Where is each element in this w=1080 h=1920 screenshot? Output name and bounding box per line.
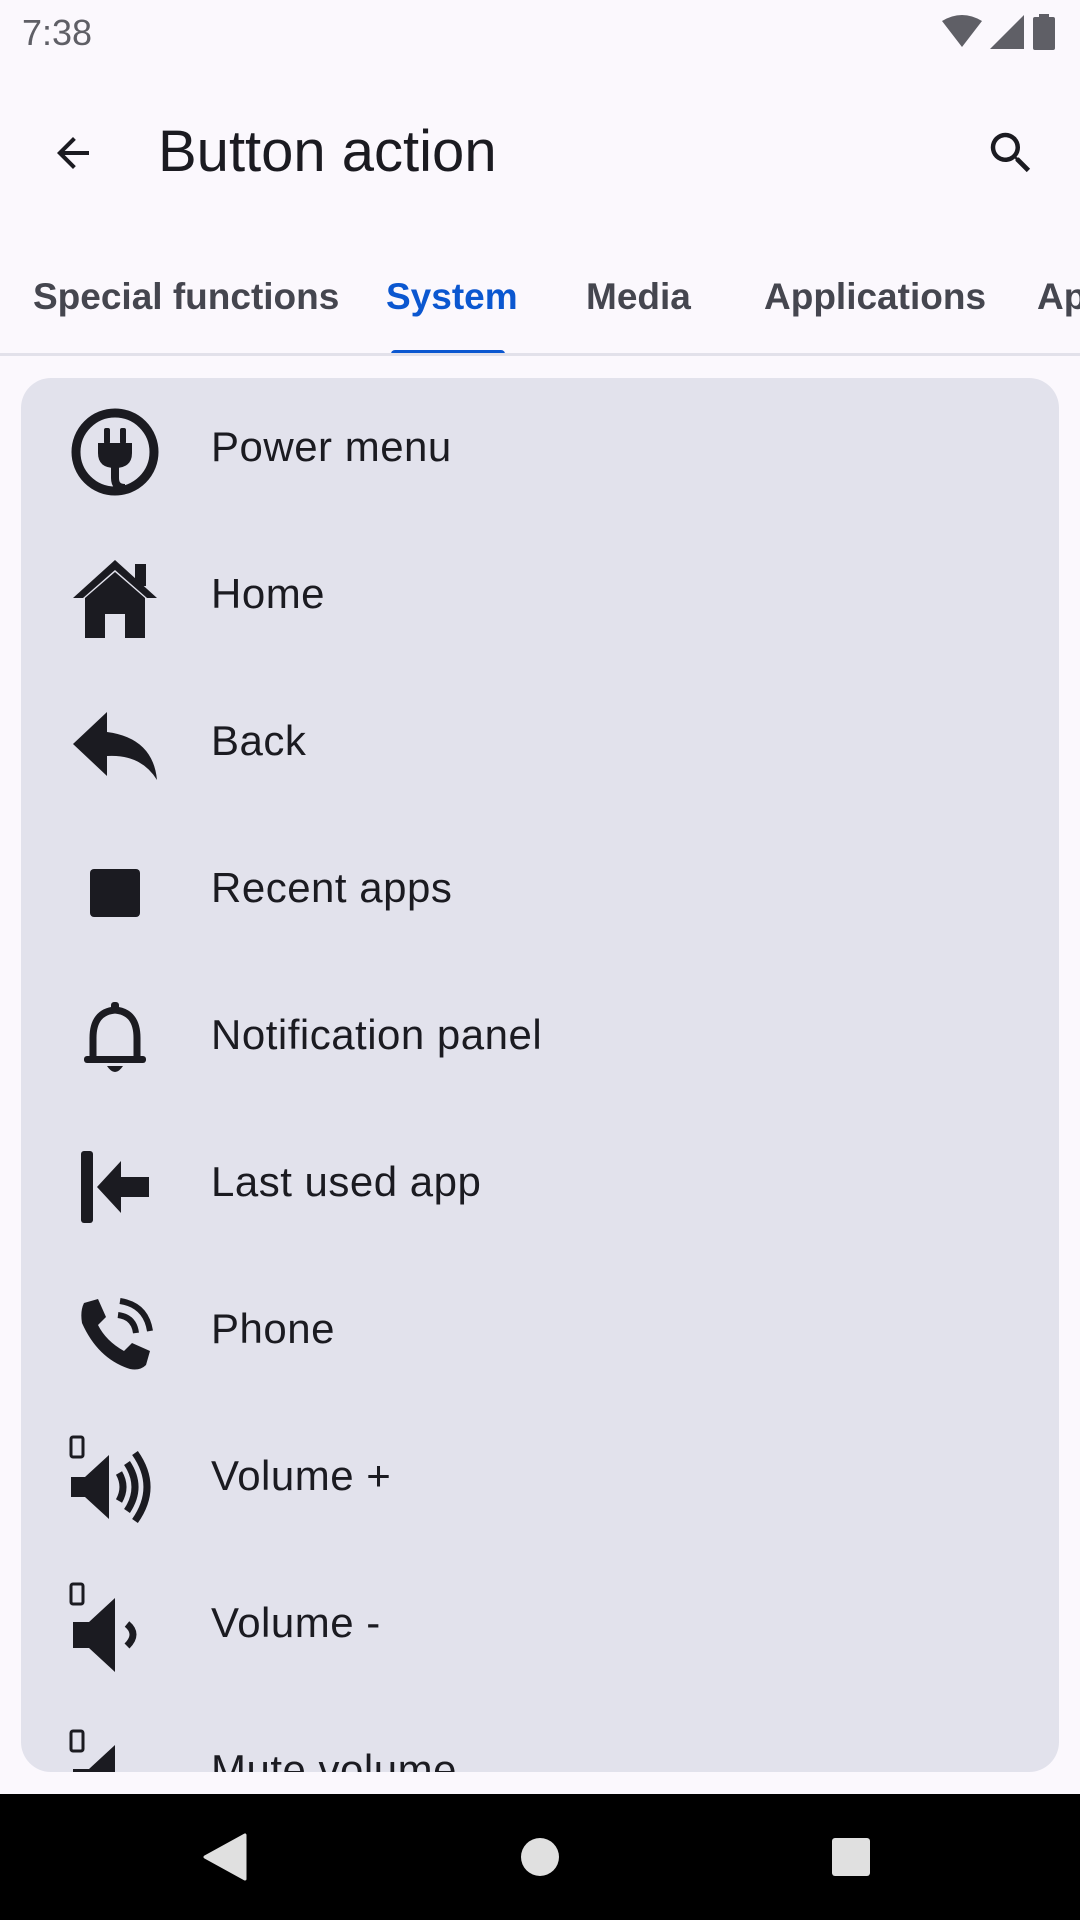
volume-mute-icon <box>67 1729 163 1772</box>
bell-icon <box>67 995 163 1085</box>
volume-down-icon <box>67 1582 163 1673</box>
phone-icon <box>67 1289 163 1379</box>
list-item-label: Mute volume <box>211 1746 457 1772</box>
navigation-bar <box>0 1794 1080 1920</box>
nav-back-button[interactable] <box>190 1824 260 1890</box>
volume-up-icon <box>67 1435 163 1526</box>
list-item-label: Home <box>211 570 326 617</box>
list-item-phone[interactable]: Phone <box>21 1260 1059 1407</box>
tab-system[interactable]: System <box>386 276 518 318</box>
search-icon <box>990 132 1031 173</box>
status-time: 7:38 <box>22 12 93 53</box>
list-item-label: Back <box>211 717 307 764</box>
list-item-label: Notification panel <box>211 1011 543 1058</box>
list-item-label: Recent apps <box>211 864 453 911</box>
list-item-label: Phone <box>211 1305 335 1352</box>
arrow-to-left-icon <box>67 1142 163 1232</box>
list-item-label: Volume + <box>211 1452 392 1499</box>
square-recents-icon <box>832 1838 870 1876</box>
list-item-home[interactable]: Home <box>21 525 1059 672</box>
nav-home-button[interactable] <box>505 1824 575 1890</box>
tab-indicator <box>391 350 505 353</box>
circle-home-icon <box>521 1838 559 1876</box>
tab-bar: Special functions System Media Applicati… <box>0 256 1080 356</box>
list-item-power-menu[interactable]: Power menu <box>21 378 1059 525</box>
arrow-back-icon <box>57 137 89 169</box>
tab-ap[interactable]: Ap <box>1037 276 1080 318</box>
tab-applications[interactable]: Applications <box>764 276 986 318</box>
wifi-icon <box>942 15 982 47</box>
list-item-label: Last used app <box>211 1158 482 1205</box>
square-icon <box>67 848 163 938</box>
battery-icon <box>1033 14 1055 50</box>
signal-icon <box>990 15 1024 49</box>
tab-special-functions[interactable]: Special functions <box>33 276 339 318</box>
screen: 7:38 Button action Special functions Sys… <box>0 0 1080 1920</box>
list-item-recent-apps[interactable]: Recent apps <box>21 819 1059 966</box>
list-item-volume-up[interactable]: Volume + <box>21 1407 1059 1554</box>
tab-media[interactable]: Media <box>586 276 691 318</box>
back-button[interactable] <box>34 114 112 192</box>
list-item-last-used-app[interactable]: Last used app <box>21 1113 1059 1260</box>
list-item-back[interactable]: Back <box>21 672 1059 819</box>
status-icons <box>942 12 1056 52</box>
list-item-volume-down[interactable]: Volume - <box>21 1554 1059 1701</box>
list-item-label: Volume - <box>211 1599 381 1646</box>
list-item-notification-panel[interactable]: Notification panel <box>21 966 1059 1113</box>
home-icon <box>67 554 163 644</box>
list-item-label: Power menu <box>211 423 452 470</box>
nav-recents-button[interactable] <box>816 1824 886 1890</box>
action-list: Power menu Home Back Recent apps Notific… <box>21 378 1059 1772</box>
list-item-mute-volume[interactable]: Mute volume <box>21 1701 1059 1772</box>
reply-arrow-icon <box>67 701 163 791</box>
power-plug-icon <box>67 407 163 497</box>
triangle-back-icon <box>203 1833 247 1881</box>
search-button[interactable] <box>972 114 1050 192</box>
app-bar: Button action <box>0 64 1080 234</box>
page-title: Button action <box>158 119 497 184</box>
status-bar: 7:38 <box>0 0 1080 64</box>
